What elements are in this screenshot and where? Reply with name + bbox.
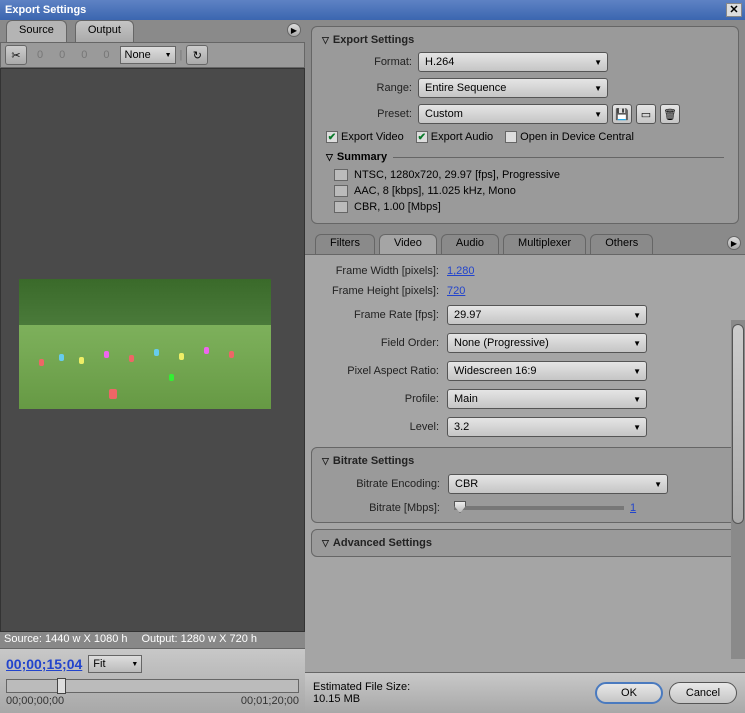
device-central-label: Open in Device Central (520, 131, 634, 143)
bitrate-encoding-label: Bitrate Encoding: (330, 478, 448, 490)
scrollbar-thumb[interactable] (732, 324, 744, 524)
tab-multiplexer[interactable]: Multiplexer (503, 234, 586, 254)
film-icon (334, 169, 348, 181)
crop-left: 0 (31, 49, 49, 61)
advanced-group: Advanced Settings (311, 529, 739, 557)
tab-video[interactable]: Video (379, 234, 437, 254)
cancel-button[interactable]: Cancel (669, 682, 737, 704)
summary-bitrate: CBR, 1.00 [Mbps] (354, 201, 441, 213)
crop-bottom: 0 (97, 49, 115, 61)
playhead[interactable] (57, 678, 66, 694)
summary-header[interactable]: Summary (316, 147, 734, 167)
est-size-label: Estimated File Size: (313, 681, 589, 693)
flyout-menu-icon[interactable]: ▶ (287, 23, 301, 37)
frame-rate-dropdown[interactable]: 29.97 (447, 305, 647, 325)
preview-info-bar: Source: 1440 w X 1080 h Output: 1280 w X… (0, 632, 305, 648)
timeline-end: 00;01;20;00 (241, 695, 299, 707)
tab-source[interactable]: Source (6, 20, 67, 42)
frame-rate-label: Frame Rate [fps]: (319, 309, 447, 321)
frame-height-value[interactable]: 720 (447, 285, 465, 297)
deinterlace-button[interactable]: ↻ (186, 45, 208, 65)
format-dropdown[interactable]: H.264 (418, 52, 608, 72)
trash-icon: 🗑 (663, 108, 677, 121)
frame-width-label: Frame Width [pixels]: (319, 265, 447, 277)
profile-dropdown[interactable]: Main (447, 389, 647, 409)
profile-label: Profile: (319, 393, 447, 405)
field-order-label: Field Order: (319, 337, 447, 349)
import-preset-button[interactable]: ▭ (636, 104, 656, 124)
chart-icon (334, 201, 348, 213)
bitrate-header[interactable]: Bitrate Settings (316, 452, 734, 470)
summary-video: NTSC, 1280x720, 29.97 [fps], Progressive (354, 169, 560, 181)
preset-label: Preset: (322, 108, 418, 120)
current-timecode[interactable]: 00;00;15;04 (6, 656, 82, 672)
bitrate-encoding-dropdown[interactable]: CBR (448, 474, 668, 494)
bitrate-group: Bitrate Settings Bitrate Encoding: CBR B… (311, 447, 739, 523)
frame-height-label: Frame Height [pixels]: (319, 285, 447, 297)
summary-audio: AAC, 8 [kbps], 11.025 kHz, Mono (354, 185, 516, 197)
delete-preset-button[interactable]: 🗑 (660, 104, 680, 124)
crop-top: 0 (53, 49, 71, 61)
preview-area (0, 68, 305, 632)
preview-thumbnail (19, 279, 271, 409)
export-audio-label: Export Audio (431, 131, 493, 143)
device-central-checkbox[interactable] (505, 131, 517, 143)
range-label: Range: (322, 82, 418, 94)
export-video-checkbox[interactable]: ✔ (326, 131, 338, 143)
zoom-dropdown[interactable]: Fit (88, 655, 142, 673)
right-panel: Export Settings Format: H.264 Range: Ent… (305, 20, 745, 713)
export-settings-header[interactable]: Export Settings (316, 31, 734, 49)
video-settings-panel: Frame Width [pixels]: 1,280 Frame Height… (305, 254, 745, 672)
tab-filters[interactable]: Filters (315, 234, 375, 254)
est-size-value: 10.15 MB (313, 693, 589, 705)
disk-icon: 💾 (615, 108, 629, 121)
bitrate-value[interactable]: 1 (630, 502, 636, 514)
folder-icon: ▭ (641, 108, 651, 121)
crop-icon: ✂ (11, 49, 20, 62)
source-dimensions: Source: 1440 w X 1080 h (4, 633, 128, 645)
title-bar: Export Settings ✕ (0, 0, 745, 20)
timeline[interactable] (6, 679, 299, 693)
frame-width-value[interactable]: 1,280 (447, 265, 475, 277)
subtabs-flyout-icon[interactable]: ▶ (727, 236, 741, 250)
level-dropdown[interactable]: 3.2 (447, 417, 647, 437)
speaker-icon (334, 185, 348, 197)
ok-button[interactable]: OK (595, 682, 663, 704)
advanced-header[interactable]: Advanced Settings (316, 534, 734, 552)
left-panel: Source Output ▶ ✂ 0 0 0 0 None | ↻ (0, 20, 305, 713)
pixel-aspect-dropdown[interactable]: Widescreen 16:9 (447, 361, 647, 381)
export-video-label: Export Video (341, 131, 404, 143)
tab-audio[interactable]: Audio (441, 234, 499, 254)
slider-thumb[interactable] (454, 501, 466, 513)
tab-others[interactable]: Others (590, 234, 653, 254)
level-label: Level: (319, 421, 447, 433)
time-panel: 00;00;15;04 Fit 00;00;00;00 00;01;20;00 (0, 648, 305, 713)
range-dropdown[interactable]: Entire Sequence (418, 78, 608, 98)
export-audio-checkbox[interactable]: ✔ (416, 131, 428, 143)
tab-output[interactable]: Output (75, 20, 134, 42)
crop-preset-dropdown[interactable]: None (120, 46, 176, 64)
scrollbar[interactable] (731, 320, 745, 659)
preview-toolbar: ✂ 0 0 0 0 None | ↻ (0, 42, 305, 68)
output-dimensions: Output: 1280 w X 720 h (141, 633, 257, 645)
window-title: Export Settings (3, 4, 726, 16)
crop-button[interactable]: ✂ (5, 45, 27, 65)
timeline-start: 00;00;00;00 (6, 695, 64, 707)
close-button[interactable]: ✕ (726, 3, 742, 17)
crop-right: 0 (75, 49, 93, 61)
field-order-dropdown[interactable]: None (Progressive) (447, 333, 647, 353)
swirl-icon: ↻ (193, 49, 202, 62)
save-preset-button[interactable]: 💾 (612, 104, 632, 124)
bitrate-slider[interactable] (454, 506, 624, 510)
format-label: Format: (322, 56, 418, 68)
pixel-aspect-label: Pixel Aspect Ratio: (319, 365, 447, 377)
dialog-footer: Estimated File Size: 10.15 MB OK Cancel (305, 672, 745, 713)
export-settings-group: Export Settings Format: H.264 Range: Ent… (311, 26, 739, 224)
preset-dropdown[interactable]: Custom (418, 104, 608, 124)
bitrate-label: Bitrate [Mbps]: (330, 502, 448, 514)
